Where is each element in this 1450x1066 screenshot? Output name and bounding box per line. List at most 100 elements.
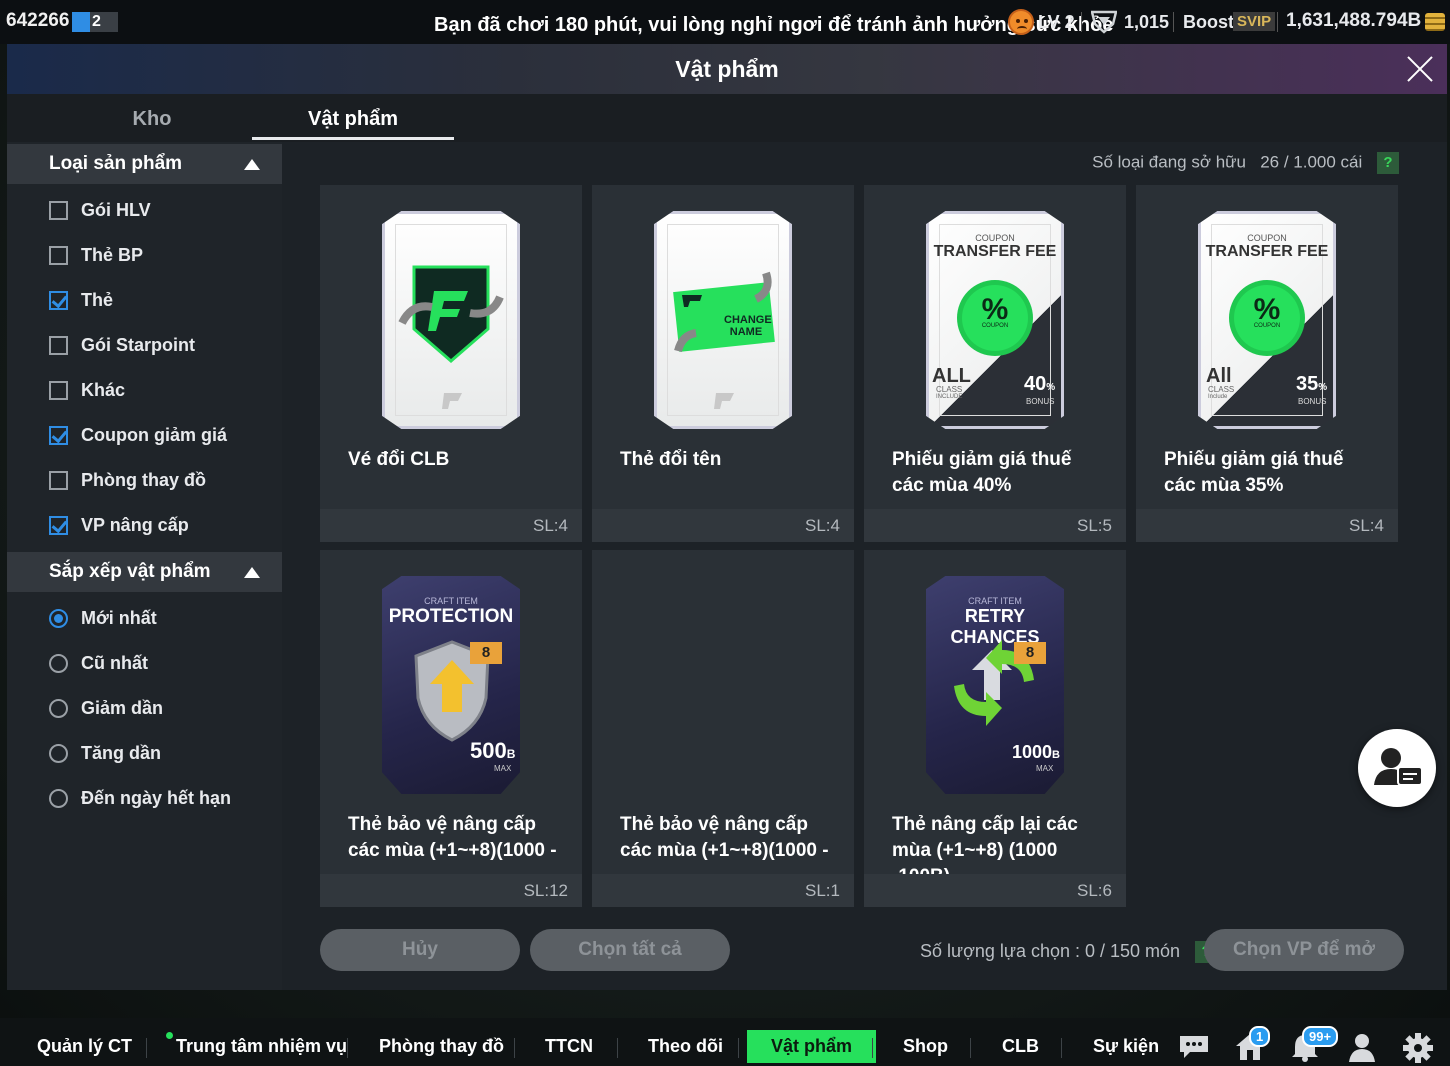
profile-icon[interactable]: [1347, 1032, 1377, 1062]
notification-dot: [166, 1032, 173, 1039]
owned-value: 26 / 1.000 cái: [1260, 152, 1363, 172]
sad-face-icon: [1008, 9, 1034, 35]
chat-icon[interactable]: [1178, 1034, 1210, 1060]
svip-badge: SVIP: [1233, 12, 1276, 31]
nav-vat-pham[interactable]: Vật phẩm: [747, 1030, 877, 1063]
owned-label: Số loại đang sở hữu: [1092, 152, 1247, 172]
selection-count: Số lượng lựa chọn : 0 / 150 món ?: [920, 941, 1218, 964]
option-label: Gói HLV: [81, 200, 151, 220]
item-quantity: SL:1: [805, 881, 840, 900]
coupon-seal: % COUPON: [1234, 285, 1300, 351]
option-label: Phòng thay đồ: [81, 470, 206, 490]
items-modal: Vật phẩm Kho Vật phẩm Loại sản phẩm Gói …: [7, 44, 1447, 990]
option-label: Thẻ BP: [81, 245, 144, 265]
item-quantity: SL:6: [1077, 881, 1112, 900]
coupon-title: TRANSFER FEE: [1205, 243, 1329, 260]
item-name: Phiếu giảm giá thuế các mùa 40%: [892, 449, 1072, 496]
checkbox[interactable]: [49, 471, 68, 490]
checkbox[interactable]: [49, 246, 68, 265]
collapse-arrow-icon: [244, 567, 260, 578]
item-quantity: SL:4: [805, 516, 840, 535]
option-label: Tăng dần: [81, 743, 161, 763]
coupon-title: TRANSFER FEE: [933, 243, 1057, 260]
item-name: Thẻ bảo vệ nâng cấp các mùa (+1~+8)(1000…: [348, 814, 557, 861]
radio-button[interactable]: [49, 744, 68, 763]
collapse-arrow-icon: [244, 159, 260, 170]
rank-points: 1,015: [1124, 12, 1170, 32]
coupon-top: COUPON: [975, 233, 1015, 243]
open-items-button[interactable]: Chọn VP để mở: [1204, 929, 1404, 971]
nav-phong-thay-do[interactable]: Phòng thay đồ: [379, 1036, 504, 1057]
item-card[interactable]: CRAFT ITEM PROTECTION 8 500B MAX Thẻ bảo…: [320, 550, 582, 907]
filter-sidebar: Loại sản phẩm Gói HLV Thẻ BP Thẻ Gói Starpo…: [7, 142, 282, 990]
radio-button[interactable]: [49, 654, 68, 673]
tab-bar: Kho Vật phẩm: [7, 94, 1447, 142]
modal-header: Vật phẩm: [7, 44, 1447, 94]
checkbox[interactable]: [49, 291, 68, 310]
item-name: Thẻ bảo vệ nâng cấp các mùa (+1~+8)(1000…: [620, 814, 829, 861]
tab-vat-pham[interactable]: Vật phẩm: [252, 108, 454, 131]
support-chat-button[interactable]: [1358, 729, 1436, 807]
checkbox[interactable]: [49, 516, 68, 535]
sort-header[interactable]: Sắp xếp vật phẩm: [7, 552, 282, 592]
nav-trung-tam-nhiem-vu[interactable]: Trung tâm nhiệm vụ: [176, 1036, 347, 1057]
radio-button[interactable]: [49, 609, 68, 628]
boost-label: Boost: [1183, 12, 1234, 32]
nav-su-kien[interactable]: Sự kiện: [1093, 1036, 1159, 1057]
item-card[interactable]: CRAFT ITEM RETRY CHANCES 8 1000B MAX Thẻ…: [864, 550, 1126, 907]
option-label: Coupon giảm giá: [81, 425, 227, 445]
option-label: Thẻ: [81, 290, 114, 310]
item-quantity: SL:4: [533, 516, 568, 535]
craft-protection-card-icon: CRAFT ITEM PROTECTION 8 500B MAX: [382, 576, 520, 794]
cancel-button[interactable]: Hủy: [320, 929, 520, 971]
item-card[interactable]: Vé đổi CLB SL:4: [320, 185, 582, 542]
help-icon[interactable]: ?: [1377, 152, 1399, 174]
item-quantity: SL:12: [523, 881, 568, 900]
level-badge: 2: [72, 12, 118, 32]
bottom-navigation: Quản lý CT Trung tâm nhiệm vụ Phòng thay…: [0, 1018, 1450, 1066]
category-filter-header[interactable]: Loại sản phẩm: [7, 144, 282, 184]
item-card[interactable]: COUPON TRANSFER FEE % COUPON ALL CLASS I…: [864, 185, 1126, 542]
home-badge: 1: [1249, 1026, 1271, 1047]
nav-theo-doi[interactable]: Theo dõi: [648, 1036, 723, 1057]
option-label: VP nâng cấp: [81, 515, 189, 535]
transfer-fee-coupon-icon: COUPON TRANSFER FEE % COUPON All CLASS I…: [1198, 211, 1336, 429]
tab-kho[interactable]: Kho: [51, 108, 253, 131]
support-agent-icon: [1374, 748, 1423, 786]
change-name-card-icon: CHANGE NAME: [654, 211, 792, 429]
coupon-top: COUPON: [1247, 233, 1287, 243]
item-quantity: SL:4: [1349, 516, 1384, 535]
top-status-bar: 642266 2 Bạn đã chơi 180 phút, vui lòng …: [0, 0, 1450, 44]
item-card[interactable]: CHANGE NAME Thẻ đổi tên SL:4: [592, 185, 854, 542]
checkbox[interactable]: [49, 381, 68, 400]
nav-ttcn[interactable]: TTCN: [545, 1036, 593, 1057]
checkbox[interactable]: [49, 426, 68, 445]
option-label: Đến ngày hết hạn: [81, 788, 232, 808]
select-all-button[interactable]: Chọn tất cả: [530, 929, 730, 971]
craft-retry-card-icon: CRAFT ITEM RETRY CHANCES 8 1000B MAX: [926, 576, 1064, 794]
option-label: Giảm dần: [81, 698, 164, 718]
item-card[interactable]: Thẻ bảo vệ nâng cấp các mùa (+1~+8)(1000…: [592, 550, 854, 907]
option-label: Mới nhất: [81, 608, 157, 628]
nav-clb[interactable]: CLB: [1002, 1036, 1039, 1057]
close-button[interactable]: [1401, 50, 1439, 88]
sort-title: Sắp xếp vật phẩm: [49, 561, 211, 582]
coin-icon: [1425, 13, 1445, 31]
checkbox[interactable]: [49, 336, 68, 355]
item-name: Phiếu giảm giá thuế các mùa 35%: [1164, 449, 1344, 496]
user-id: 642266: [6, 10, 70, 31]
item-name: Vé đổi CLB: [348, 449, 450, 470]
radio-button[interactable]: [49, 699, 68, 718]
nav-quan-ly-ct[interactable]: Quản lý CT: [37, 1036, 132, 1057]
coupon-seal: % COUPON: [962, 285, 1028, 351]
notification-badge: 99+: [1302, 1026, 1339, 1047]
owned-count: Số loại đang sở hữu 26 / 1.000 cái ?: [1092, 152, 1399, 174]
radio-button[interactable]: [49, 789, 68, 808]
player-level: LV 2: [1038, 12, 1075, 32]
item-card[interactable]: COUPON TRANSFER FEE % COUPON All CLASS I…: [1136, 185, 1398, 542]
settings-gear-icon[interactable]: [1402, 1032, 1434, 1064]
item-name: Thẻ đổi tên: [620, 449, 722, 470]
option-label: Khác: [81, 380, 126, 400]
nav-shop[interactable]: Shop: [903, 1036, 948, 1057]
checkbox[interactable]: [49, 201, 68, 220]
